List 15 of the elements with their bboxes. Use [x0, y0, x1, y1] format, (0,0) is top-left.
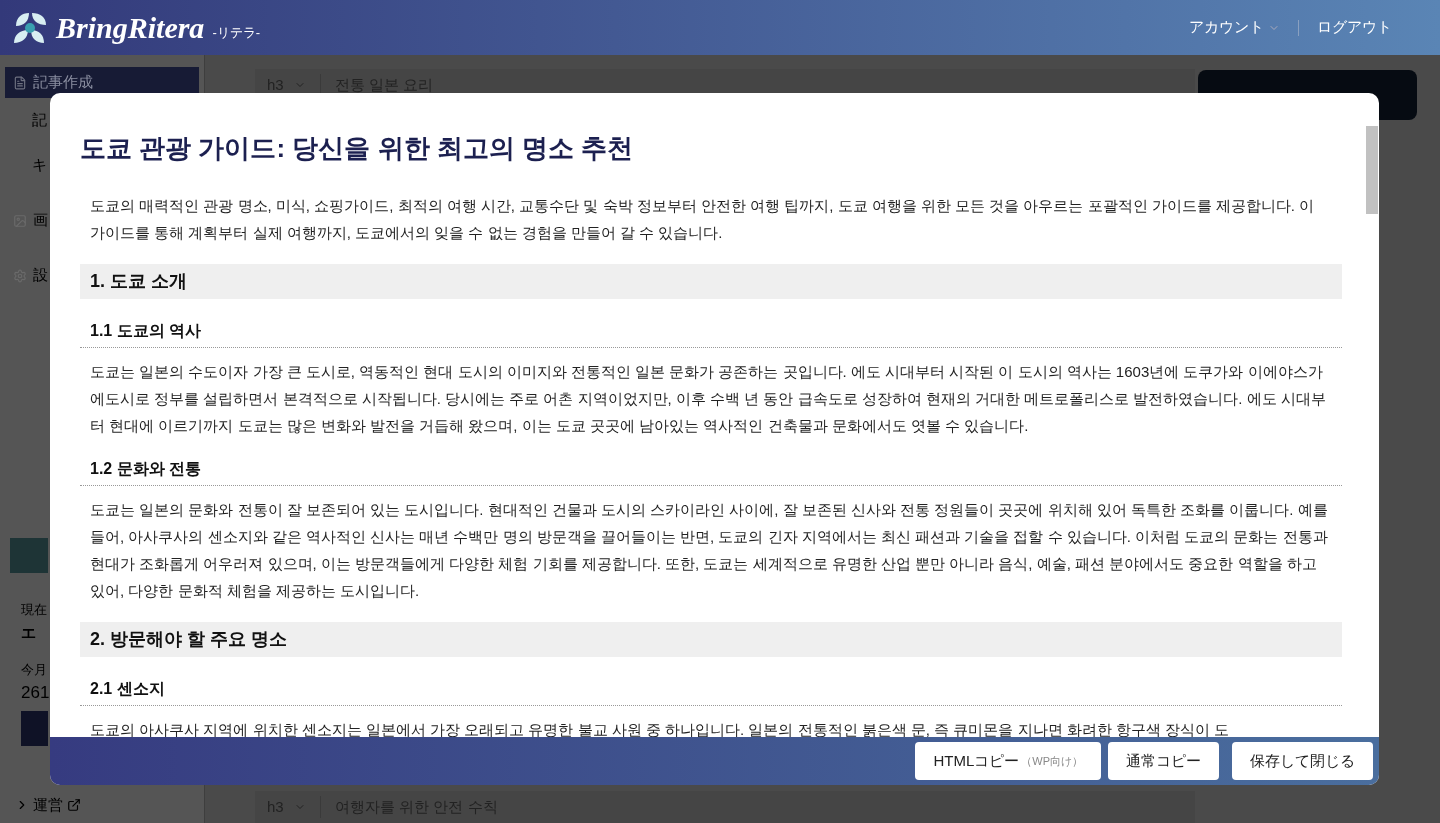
section-heading: 1. 도쿄 소개 [80, 264, 1342, 299]
paragraph: 도쿄는 일본의 문화와 전통이 잘 보존되어 있는 도시입니다. 현대적인 건물과 도시의 스카이라인 사이에, 잘 보존된 신사와 전통 정원들이 곳곳에 위치해 있어 독특한 조화를 이룹니다. 예를 들어, 아사쿠사의 센소지와 같은 역사적인 신사는 매년 수백만 명의 방문객을 끌어들이는 반면, 도쿄의 긴자 지역에서는 최신 패션과 기술을 접할 수 있습니다. 이처럼 도쿄의 문화는 전통과 현대가 조화롭게 어우러져 있으며, 이는 방문객들에게 다양한 체험 기회를 제공합니다. 또한, 도쿄는 세계적으로 유명한 산업 뿐만 아니라 음식, 예술, 패션 분야에서도 중요한 역할을 하고 있어, 다양한 문화적 체험을 제공하는 도시입니다. [89, 500, 1329, 601]
stat-label: 今月 [21, 661, 47, 679]
paragraph: 도쿄는 일본의 수도이자 가장 큰 도시로, 역동적인 현대 도시의 이미지와 전통적인 일본 문화가 공존하는 곳입니다. 에도 시대부터 시작된 이 도시의 역사는 1603년에 도쿠가와 이에야스가 에도시로 정부를 설립하면서 본격적으로 시작됩니다. 당시에는 주로 어촌 지역이었지만, 이후 수백 년 동안 급속도로 성장하여 현재의 거대한 메트로폴리스로 발전하였습니다. 에도 시대부터 현대에 이르기까지 도쿄는 많은 변화와 발전을 거듭해 왔으며, 이는 도쿄 곳곳에 남아있는 역사적인 건축물과 문화에서도 엿볼 수 있습니다. [89, 362, 1327, 436]
subsection-heading: 1.2 문화와 전통 [80, 457, 1342, 486]
subsection-heading: 2.1 센소지 [80, 677, 1342, 706]
paragraph: 도쿄의 매력적인 관광 명소, 미식, 쇼핑가이드, 최적의 여행 시간, 교통수단 및 숙박 정보부터 안전한 여행 팁까지, 도쿄 여행을 위한 모든 것을 아우르는 포괄적인 가이드를 제공합니다. 이 가이드를 통해 계획부터 실제 여행까지, 도쿄에서의 잊을 수 없는 경험을 만들어 갈 수 있습니다. [89, 196, 1316, 243]
brand-subtitle: -リテラ- [212, 23, 261, 42]
section-heading: 2. 방문해야 할 주요 명소 [80, 622, 1342, 657]
paragraph: 도쿄의 아사쿠사 지역에 위치한 센소지는 일본에서 가장 오래되고 유명한 불교 사원 중 하나입니다. 일본의 전통적인 붉은색 문, 즉 큐미몬을 지나면 화려한 항구색 장식이 도 [89, 720, 1231, 737]
subsection-heading: 1.1 도쿄의 역사 [80, 319, 1342, 348]
stat-label: 現在 [21, 601, 47, 619]
stat-value: エ [21, 622, 36, 643]
article-title: 도쿄 관광 가이드: 당신을 위한 최고의 명소 추천 [80, 132, 635, 165]
stat-value: 261 [21, 681, 50, 704]
